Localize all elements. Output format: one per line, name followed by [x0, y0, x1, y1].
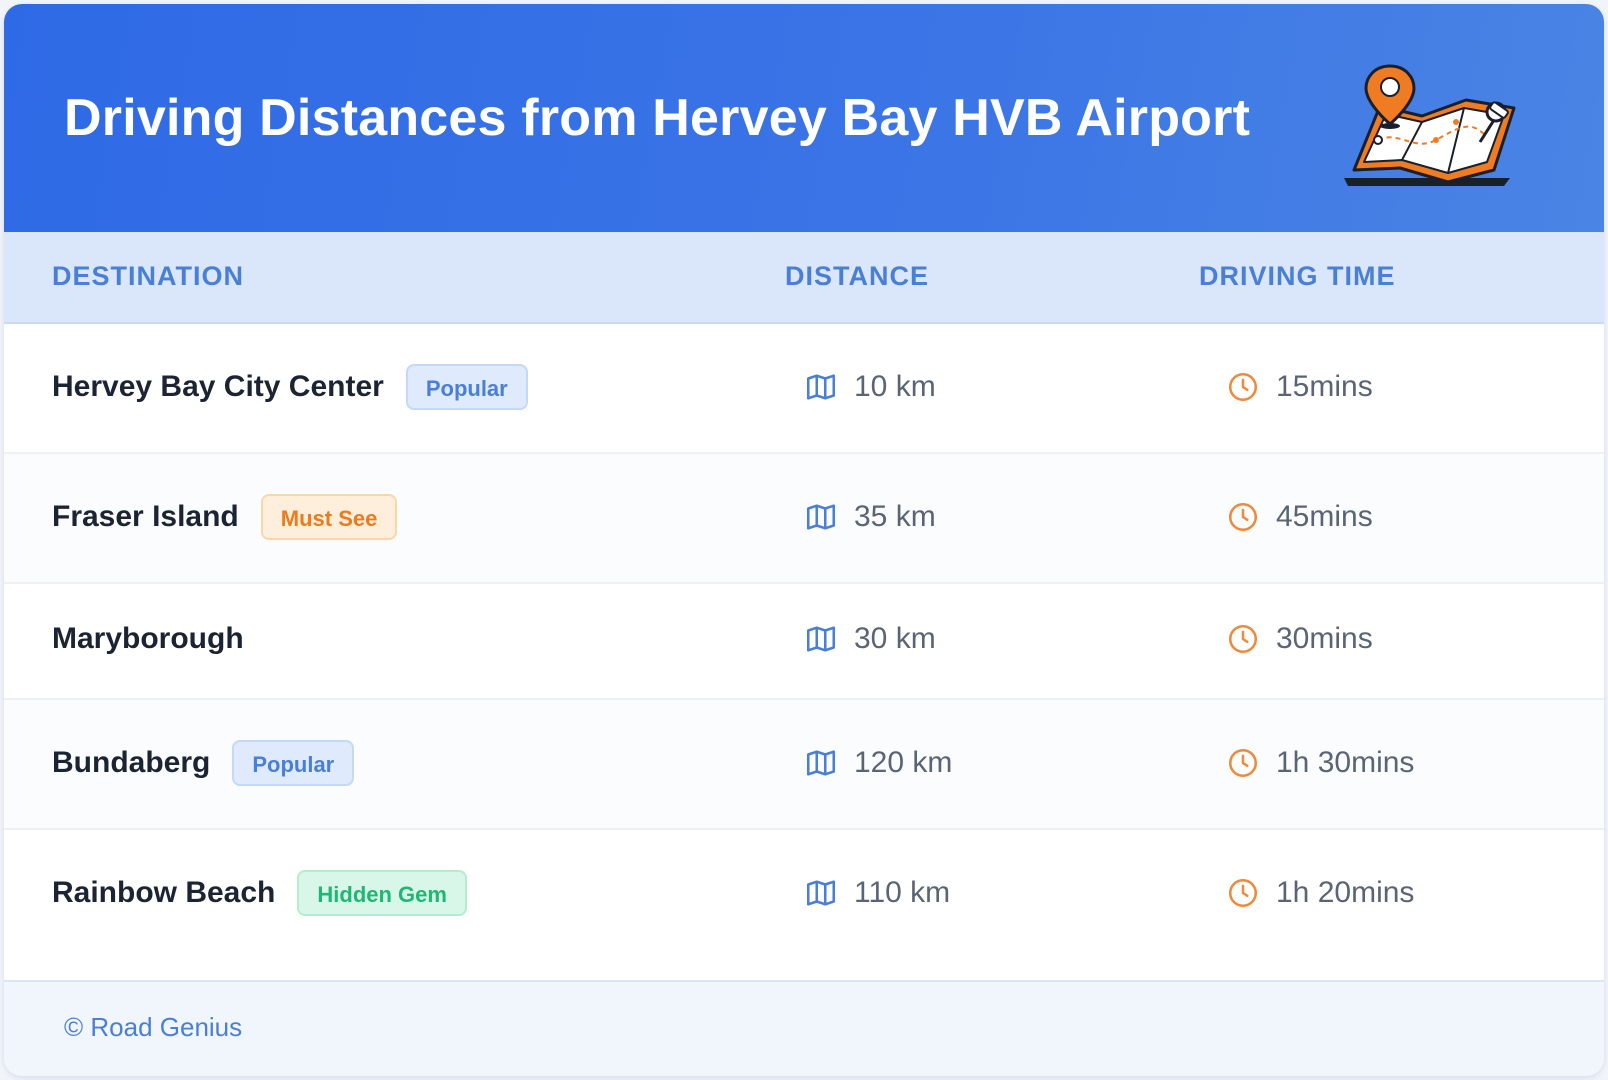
- map-icon: [806, 750, 836, 776]
- time-value: 1h 20mins: [1276, 876, 1415, 909]
- distance-card: Driving Distances from Hervey Bay HVB Ai…: [4, 4, 1604, 1076]
- distance-value: 35 km: [854, 500, 936, 533]
- time-cell: 15mins: [1226, 370, 1373, 404]
- clock-icon: [1228, 748, 1258, 778]
- header-banner: Driving Distances from Hervey Bay HVB Ai…: [4, 4, 1604, 232]
- time-value: 30mins: [1276, 622, 1373, 655]
- distance-value: 10 km: [854, 370, 936, 403]
- time-cell: 30mins: [1226, 622, 1373, 656]
- page-title: Driving Distances from Hervey Bay HVB Ai…: [64, 89, 1251, 147]
- time-value: 45mins: [1276, 500, 1373, 533]
- map-icon: [806, 504, 836, 530]
- clock-icon: [1228, 502, 1258, 532]
- column-header-driving-time: DRIVING TIME: [1199, 261, 1396, 291]
- destination-cell: Rainbow Beach Hidden Gem: [52, 870, 467, 916]
- table-row: Bundaberg Popular 120 km 1h 30mins: [4, 700, 1604, 830]
- hidden-gem-badge: Hidden Gem: [297, 870, 467, 916]
- destination-cell: Hervey Bay City Center Popular: [52, 364, 528, 410]
- destination-name: Fraser Island: [52, 500, 239, 533]
- time-value: 15mins: [1276, 370, 1373, 403]
- map-icon: [806, 374, 836, 400]
- popular-badge: Popular: [232, 740, 355, 786]
- clock-icon: [1228, 624, 1258, 654]
- time-cell: 1h 30mins: [1226, 746, 1414, 780]
- destination-name: Maryborough: [52, 622, 244, 655]
- distance-value: 30 km: [854, 622, 936, 655]
- distance-cell: 10 km: [804, 370, 936, 404]
- distance-cell: 120 km: [804, 746, 952, 780]
- clock-icon: [1228, 372, 1258, 402]
- distance-cell: 35 km: [804, 500, 936, 534]
- map-icon: [806, 880, 836, 906]
- distance-value: 120 km: [854, 746, 953, 779]
- table-header: DESTINATION DISTANCE DRIVING TIME: [4, 232, 1604, 324]
- column-header-distance: DISTANCE: [785, 261, 930, 291]
- distance-cell: 30 km: [804, 622, 936, 656]
- footer: © Road Genius: [4, 980, 1604, 1076]
- distance-value: 110 km: [854, 876, 951, 909]
- table-row: Fraser Island Must See 35 km 45mins: [4, 454, 1604, 584]
- destination-cell: Fraser Island Must See: [52, 494, 398, 540]
- copyright-text: © Road Genius: [64, 1012, 243, 1042]
- time-cell: 45mins: [1226, 500, 1373, 534]
- table-row: Hervey Bay City Center Popular 10 km 15m…: [4, 324, 1604, 454]
- time-value: 1h 30mins: [1276, 746, 1415, 779]
- destination-cell: Maryborough: [52, 622, 244, 656]
- destination-cell: Bundaberg Popular: [52, 740, 355, 786]
- map-pin-illustration: [1344, 64, 1516, 186]
- time-cell: 1h 20mins: [1226, 876, 1414, 910]
- destination-name: Hervey Bay City Center: [52, 370, 384, 403]
- clock-icon: [1228, 878, 1258, 908]
- destination-name: Bundaberg: [52, 746, 211, 779]
- table-row: Rainbow Beach Hidden Gem 110 km 1h 20min…: [4, 830, 1604, 980]
- must-see-badge: Must See: [260, 494, 398, 540]
- popular-badge: Popular: [405, 364, 528, 410]
- map-icon: [806, 626, 836, 652]
- table-row: Maryborough 30 km 30mins: [4, 584, 1604, 700]
- column-header-destination: DESTINATION: [52, 261, 244, 291]
- distance-cell: 110 km: [804, 876, 950, 910]
- destination-name: Rainbow Beach: [52, 876, 276, 909]
